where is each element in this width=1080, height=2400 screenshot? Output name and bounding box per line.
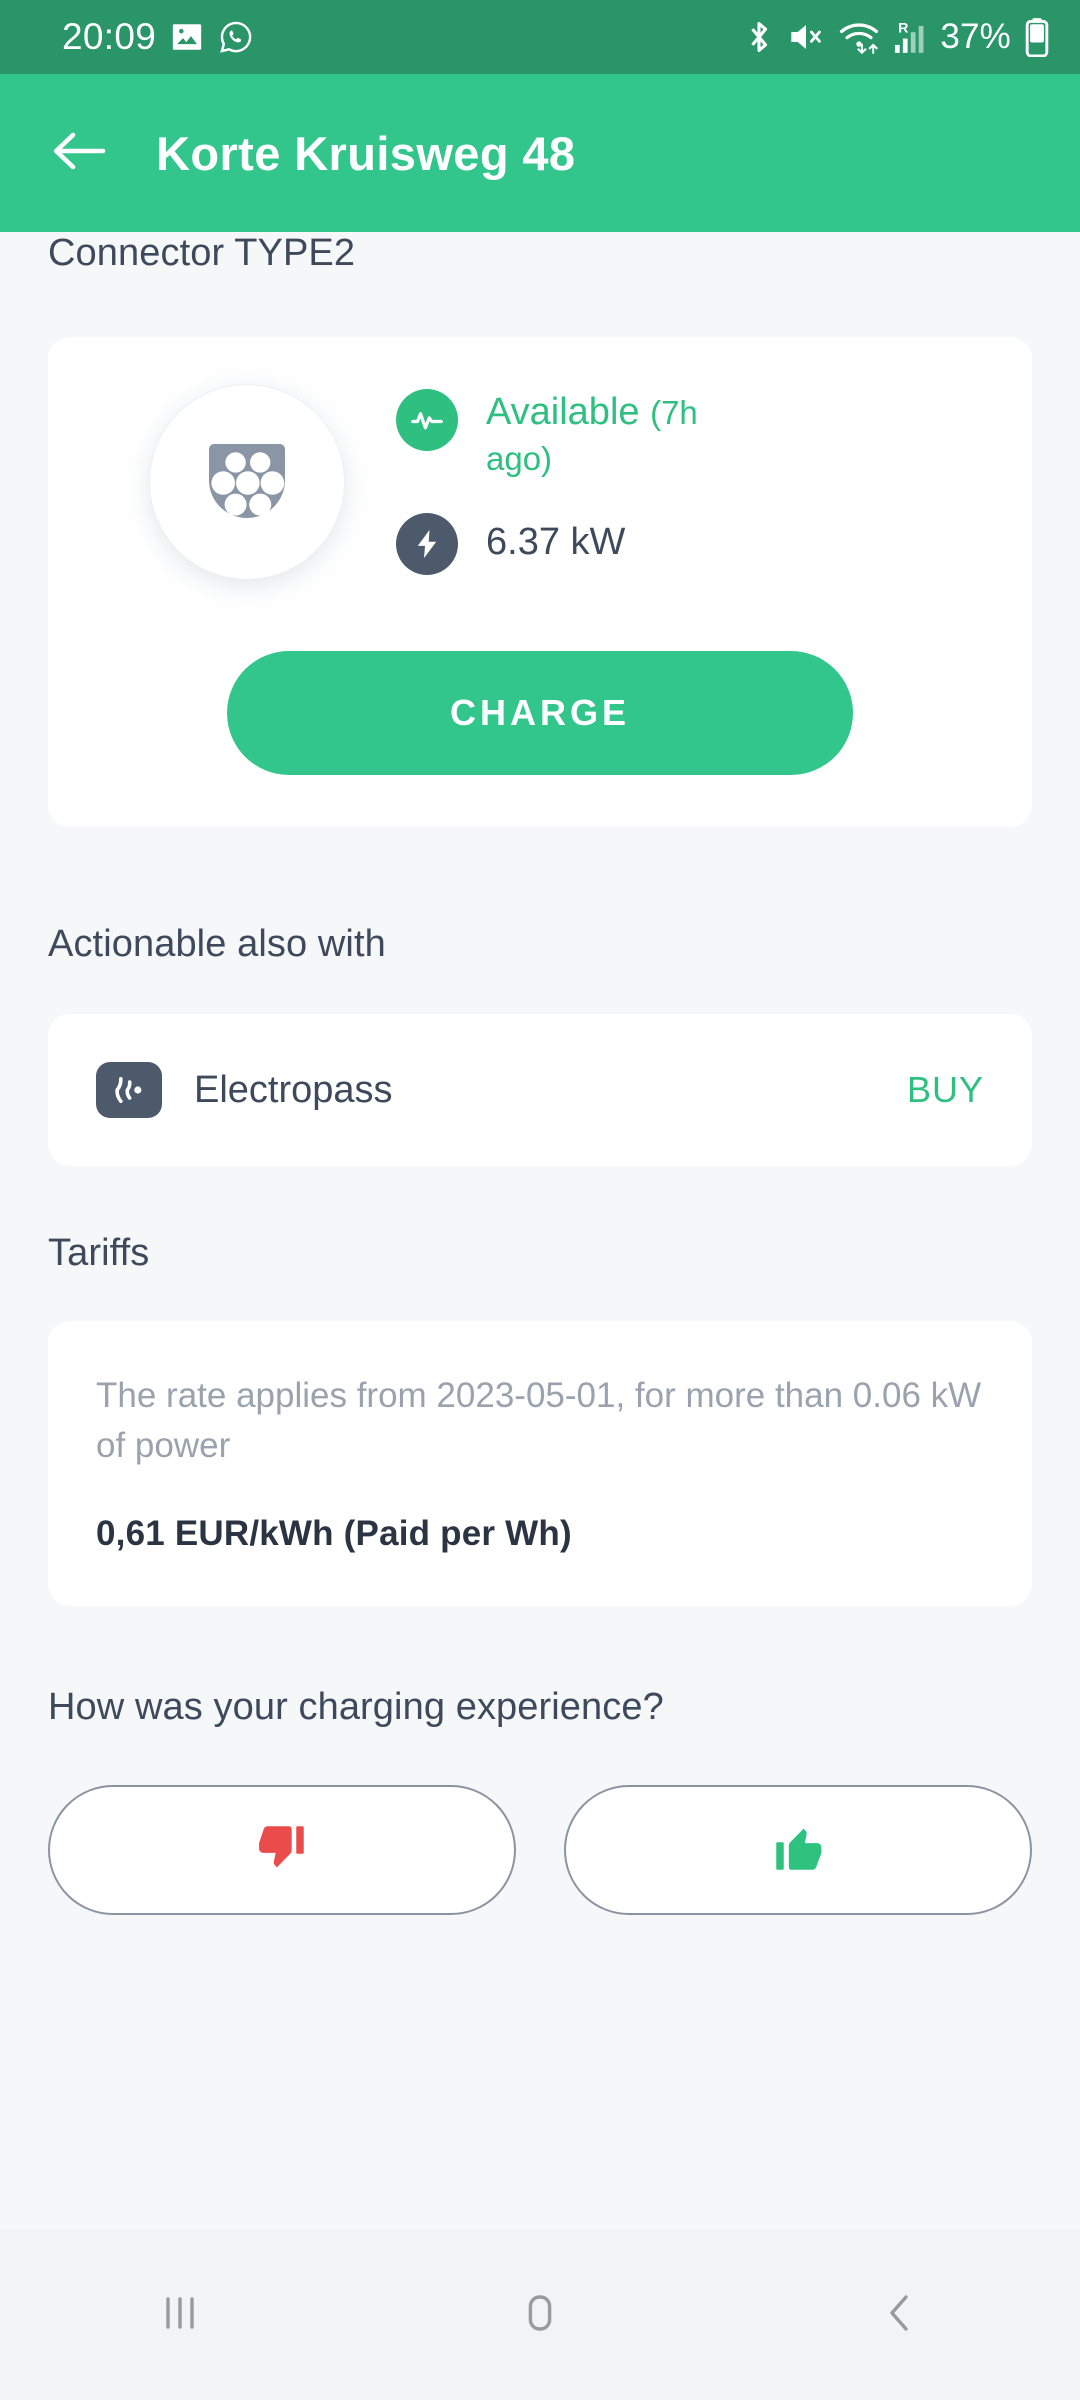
type2-connector-icon <box>195 428 299 537</box>
nav-home-button[interactable] <box>480 2255 600 2375</box>
feedback-negative-button[interactable] <box>48 1785 516 1916</box>
status-clock: 20:09 <box>62 16 157 57</box>
connector-card: Available (7h ago) 6.37 kW CHARGE <box>48 337 1032 827</box>
content-area: Connector TYPE2 Available (7h ago) 6.37 … <box>0 232 1080 2230</box>
thumbs-up-icon <box>769 1819 827 1882</box>
back-button[interactable] <box>50 124 108 182</box>
tariff-card: The rate applies from 2023-05-01, for mo… <box>48 1321 1032 1607</box>
charge-button[interactable]: CHARGE <box>227 651 853 775</box>
actionable-item-name: Electropass <box>194 1068 393 1111</box>
bluetooth-icon <box>744 19 774 55</box>
rfid-contactless-icon <box>96 1062 162 1118</box>
connector-info: Available (7h ago) 6.37 kW <box>396 388 976 576</box>
page-title: Korte Kruisweg 48 <box>156 126 576 180</box>
thumbs-down-icon <box>253 1819 311 1882</box>
connector-icon-circle <box>150 385 344 579</box>
back-chevron-icon <box>874 2287 926 2344</box>
arrow-left-icon <box>51 128 107 179</box>
nav-back-button[interactable] <box>840 2255 960 2375</box>
connector-status-line: Available (7h ago) <box>396 388 976 482</box>
connector-row: Available (7h ago) 6.37 kW <box>48 385 1032 579</box>
tariffs-section-title: Tariffs <box>48 1232 150 1274</box>
whatsapp-icon <box>218 19 254 55</box>
status-bar-left: 20:09 <box>62 16 254 58</box>
connector-status: Available (7h ago) <box>486 390 698 477</box>
actionable-item-row[interactable]: Electropass BUY <box>48 1014 1032 1166</box>
feedback-positive-button[interactable] <box>564 1785 1032 1916</box>
connector-section-title: Connector TYPE2 <box>48 232 356 274</box>
phone-screen: 20:09 R 37% Korte Kruisweg 48 Connector … <box>0 0 1080 2400</box>
connector-power: 6.37 kW <box>486 521 626 564</box>
status-bar: 20:09 R 37% <box>0 0 1080 74</box>
mute-icon <box>787 20 825 54</box>
lightning-bolt-icon <box>396 513 458 576</box>
battery-icon <box>1024 17 1050 57</box>
pulse-icon <box>396 388 458 451</box>
roaming-signal-icon: R <box>893 18 927 56</box>
feedback-question: How was your charging experience? <box>48 1686 664 1729</box>
status-bar-right: R 37% <box>744 17 1050 57</box>
battery-percent-label: 37% <box>940 17 1011 56</box>
tariff-description: The rate applies from 2023-05-01, for mo… <box>96 1376 982 1465</box>
tariff-price: 0,61 EUR/kWh (Paid per Wh) <box>96 1514 572 1554</box>
feedback-buttons <box>0 1785 1080 1916</box>
home-icon <box>514 2287 566 2344</box>
gallery-icon <box>170 20 204 54</box>
system-nav-bar <box>0 2230 1080 2400</box>
actionable-section-title: Actionable also with <box>48 923 386 965</box>
connector-power-line: 6.37 kW <box>396 513 976 576</box>
svg-text:R: R <box>898 20 908 36</box>
app-bar: Korte Kruisweg 48 <box>0 74 1080 232</box>
wifi-icon <box>838 19 880 55</box>
nav-recents-button[interactable] <box>120 2255 240 2375</box>
recents-icon <box>154 2287 206 2344</box>
buy-button[interactable]: BUY <box>907 1069 984 1111</box>
